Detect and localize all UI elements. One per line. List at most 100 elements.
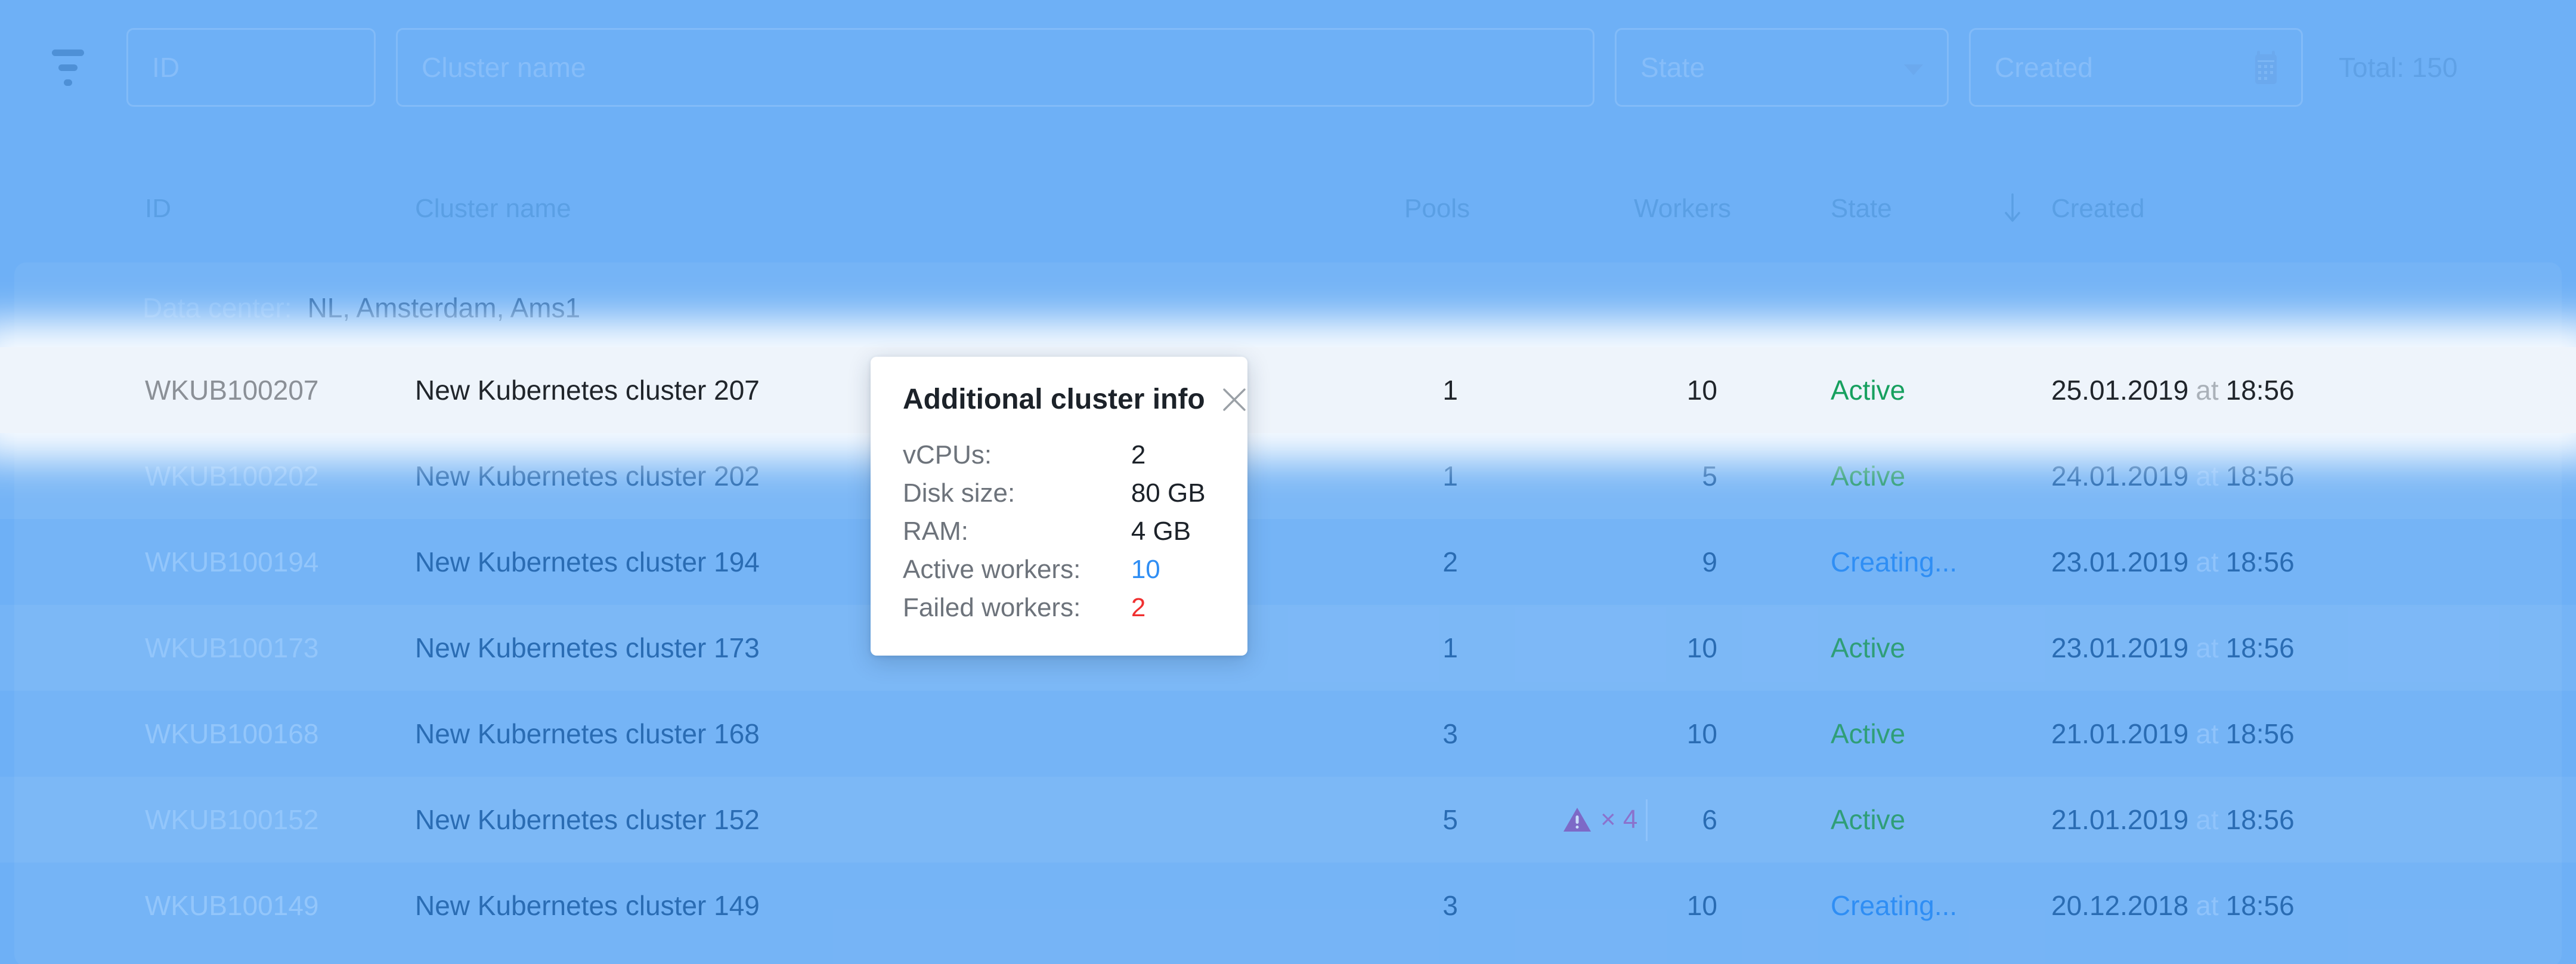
row-created-date: 21.01.2019: [2051, 718, 2189, 749]
row-created-at: at: [2196, 546, 2219, 577]
table-row[interactable]: WKUB100149 New Kubernetes cluster 149 3 10 C…: [0, 863, 2576, 948]
row-workers: 10: [1686, 632, 1717, 663]
created-filter-placeholder: Created: [1995, 52, 2094, 83]
column-header-created[interactable]: Created: [2051, 173, 2145, 245]
cluster-name-filter-input[interactable]: Cluster name: [396, 28, 1594, 107]
row-created-time: 18:56: [2225, 375, 2295, 406]
row-workers: 10: [1686, 375, 1717, 406]
column-header-name[interactable]: Cluster name: [415, 173, 571, 245]
row-id: WKUB100149: [145, 890, 319, 921]
table-row[interactable]: WKUB100173 New Kubernetes cluster 173 1 10 A…: [0, 605, 2576, 691]
row-state[interactable]: Creating...: [1831, 863, 1957, 948]
row-state[interactable]: Active: [1831, 605, 1905, 691]
row-state[interactable]: Creating...: [1831, 519, 1957, 605]
row-created-at: at: [2196, 375, 2219, 406]
row-created: 20.12.2018 at 18:56: [2051, 863, 2295, 948]
row-created-time: 18:56: [2225, 546, 2295, 577]
warning-triangle-icon: [1562, 806, 1600, 833]
row-workers: 10: [1686, 718, 1717, 749]
row-created-time: 18:56: [2225, 890, 2295, 921]
table-row[interactable]: WKUB100202 New Kubernetes cluster 202 1 5 Ac…: [0, 433, 2576, 519]
row-created-at: at: [2196, 890, 2219, 921]
state-filter-placeholder: State: [1640, 52, 1705, 83]
row-id: WKUB100194: [145, 546, 319, 577]
row-cluster-name[interactable]: New Kubernetes cluster 173: [415, 605, 760, 691]
row-created-date: 21.01.2019: [2051, 804, 2189, 835]
filter-icon-bar-1: [52, 49, 84, 56]
row-created: 23.01.2019 at 18:56: [2051, 519, 2295, 605]
row-state[interactable]: Active: [1831, 777, 1905, 863]
row-created: 21.01.2019 at 18:56: [2051, 691, 2295, 777]
table-row[interactable]: WKUB100194 New Kubernetes cluster 194 2 9 Cr…: [0, 519, 2576, 605]
row-workers: 9: [1702, 546, 1717, 577]
row-created-time: 18:56: [2225, 632, 2295, 663]
id-filter-input[interactable]: ID: [126, 28, 376, 107]
popover-info-key: vCPUs:: [903, 440, 992, 469]
calendar-icon[interactable]: [2252, 50, 2280, 85]
row-cluster-name[interactable]: New Kubernetes cluster 194: [415, 519, 760, 605]
sort-descending-icon[interactable]: [2001, 173, 2024, 245]
column-header-workers[interactable]: Workers: [1634, 173, 1731, 245]
row-warning[interactable]: × 4: [1562, 777, 1637, 863]
row-cluster-name[interactable]: New Kubernetes cluster 168: [415, 691, 760, 777]
column-header-pools[interactable]: Pools: [1404, 173, 1470, 245]
row-state[interactable]: Active: [1831, 433, 1905, 519]
popover-info-row: RAM: 4 GB: [903, 512, 1215, 551]
row-created-date: 23.01.2019: [2051, 632, 2189, 663]
row-created: 21.01.2019 at 18:56: [2051, 777, 2295, 863]
row-id: WKUB100152: [145, 804, 319, 835]
row-created-at: at: [2196, 718, 2219, 749]
column-header-id[interactable]: ID: [145, 173, 171, 245]
popover-info-key: RAM:: [903, 517, 968, 546]
datacenter-group-header: Data center: NL, Amsterdam, Ams1: [14, 262, 2562, 353]
row-id: WKUB100168: [145, 718, 319, 749]
row-created-at: at: [2196, 804, 2219, 835]
table-header: ID Cluster name Pools Workers State Crea…: [0, 173, 2576, 245]
table-row[interactable]: WKUB100168 New Kubernetes cluster 168 3 10 A…: [0, 691, 2576, 777]
id-filter-placeholder: ID: [152, 52, 180, 83]
popover-info-key: Active workers:: [903, 555, 1081, 584]
row-state[interactable]: Active: [1831, 691, 1905, 777]
popover-info-value: 4 GB: [1131, 517, 1191, 546]
row-workers: 6: [1702, 804, 1717, 835]
row-created-date: 20.12.2018: [2051, 890, 2189, 921]
row-cluster-name[interactable]: New Kubernetes cluster 207: [415, 347, 760, 433]
table-row[interactable]: WKUB100207 New Kubernetes cluster 207 1 10 A…: [0, 347, 2576, 433]
chevron-down-icon: [1904, 64, 1923, 75]
filter-icon-bar-2: [58, 64, 78, 71]
popover-info-value: 2: [1131, 440, 1146, 469]
close-icon[interactable]: [1218, 384, 1250, 416]
row-created-time: 18:56: [2225, 718, 2295, 749]
popover-info-row: Failed workers: 2: [903, 589, 1215, 627]
row-pools: 2: [1442, 546, 1458, 577]
row-cluster-name[interactable]: New Kubernetes cluster 202: [415, 433, 760, 519]
column-header-state[interactable]: State: [1831, 173, 1892, 245]
row-id: WKUB100207: [145, 375, 319, 406]
filter-icon-bar-3: [64, 79, 72, 86]
row-cluster-name[interactable]: New Kubernetes cluster 152: [415, 777, 760, 863]
row-created: 24.01.2019 at 18:56: [2051, 433, 2295, 519]
popover-header: Additional cluster info: [903, 383, 1246, 416]
additional-cluster-info-popover: Additional cluster info vCPUs: 2 Disk size…: [871, 357, 1247, 656]
row-cluster-name[interactable]: New Kubernetes cluster 149: [415, 863, 760, 948]
row-created-at: at: [2196, 632, 2219, 663]
row-pools: 1: [1442, 375, 1458, 406]
row-workers: 5: [1702, 461, 1717, 492]
cluster-table-body: WKUB100207 New Kubernetes cluster 207 1 10 A…: [0, 347, 2576, 964]
table-row[interactable]: WKUB100152 New Kubernetes cluster 152 5 × 4…: [0, 777, 2576, 863]
row-warning-count: × 4: [1600, 805, 1638, 834]
total-count-label: Total: 150: [2339, 52, 2458, 83]
row-state[interactable]: Active: [1831, 347, 1905, 433]
state-filter-select[interactable]: State: [1615, 28, 1949, 107]
created-filter-datepicker[interactable]: Created: [1969, 28, 2303, 107]
row-created-date: 25.01.2019: [2051, 375, 2189, 406]
datacenter-value[interactable]: NL, Amsterdam, Ams1: [308, 292, 581, 324]
popover-info-key: Disk size:: [903, 478, 1015, 508]
datacenter-label: Data center:: [143, 292, 292, 323]
row-created-time: 18:56: [2225, 461, 2295, 492]
popover-info-value: 2: [1131, 593, 1146, 622]
row-created-date: 23.01.2019: [2051, 546, 2189, 577]
row-id: WKUB100202: [145, 461, 319, 492]
filter-icon[interactable]: [43, 42, 93, 92]
filter-toolbar: ID Cluster name State Created Total: 150: [0, 0, 2576, 135]
